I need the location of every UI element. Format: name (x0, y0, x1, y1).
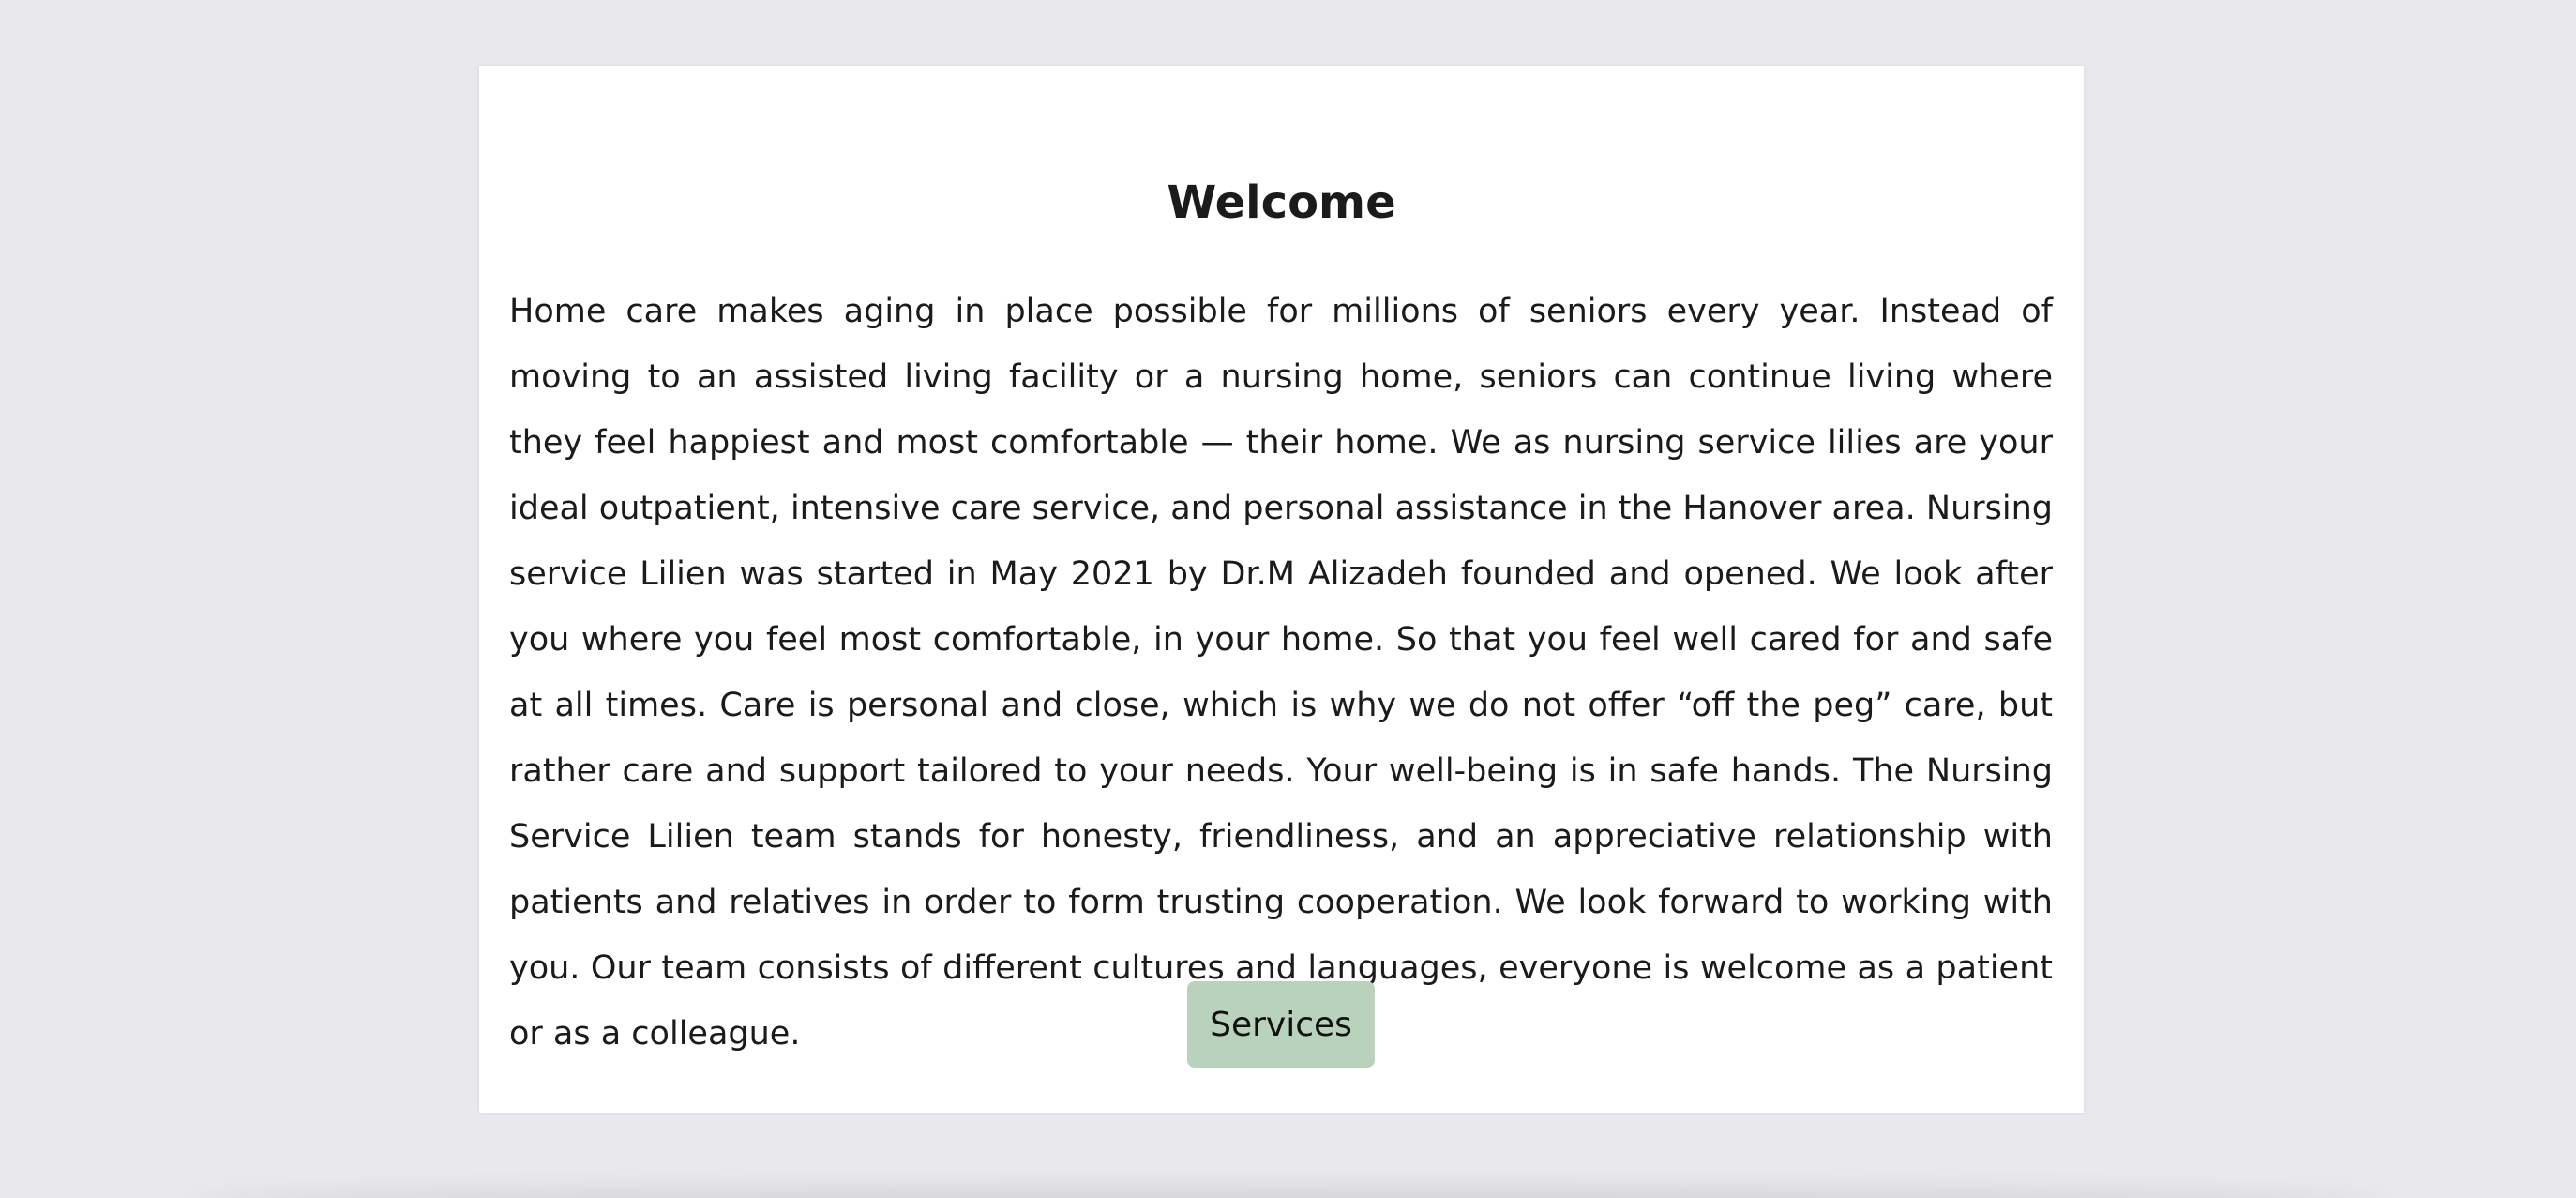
page-title: Welcome (1167, 176, 1396, 229)
welcome-paragraph: Home care makes aging in place possible … (509, 293, 2053, 1053)
welcome-card: Welcome Home care makes aging in place p… (479, 66, 2084, 1113)
services-button[interactable]: Services (1187, 981, 1375, 1068)
